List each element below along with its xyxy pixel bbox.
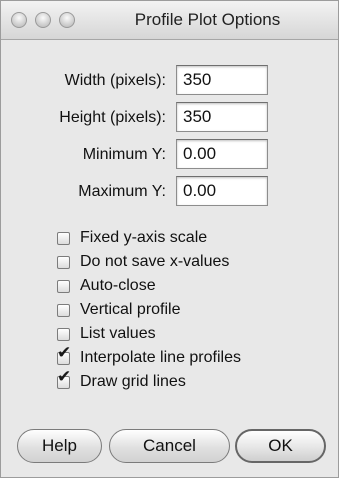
checkmark-icon: ✔	[57, 367, 72, 386]
width-field[interactable]	[176, 65, 268, 95]
checkmark-icon: ✔	[57, 343, 72, 362]
zoom-window-icon[interactable]	[59, 12, 75, 28]
checkbox-label: Do not save x-values	[80, 253, 230, 270]
ok-button[interactable]: OK	[235, 429, 326, 463]
close-window-icon[interactable]	[11, 12, 27, 28]
minimize-window-icon[interactable]	[35, 12, 51, 28]
cancel-button[interactable]: Cancel	[109, 429, 230, 463]
checkbox-label: Draw grid lines	[80, 373, 186, 390]
width-label: Width (pixels):	[64, 72, 166, 89]
checkbox-label: Auto-close	[80, 277, 156, 294]
checkbox-label: Fixed y-axis scale	[80, 229, 208, 246]
profile-plot-options-dialog: Profile Plot Options Width (pixels): Hei…	[0, 0, 339, 478]
checkbox-box[interactable]	[57, 280, 70, 293]
maximum-y-label: Maximum Y:	[78, 183, 166, 200]
checkbox-box[interactable]	[57, 256, 70, 269]
minimum-y-label: Minimum Y:	[82, 146, 166, 163]
help-button[interactable]: Help	[17, 429, 102, 463]
minimum-y-field[interactable]	[176, 139, 268, 169]
minimum-y-row: Minimum Y:	[1, 139, 339, 169]
checkbox-label: List values	[80, 325, 156, 342]
width-row: Width (pixels):	[1, 65, 339, 95]
title-bar: Profile Plot Options	[1, 1, 338, 40]
height-label: Height (pixels):	[59, 109, 166, 126]
checkbox-box[interactable]	[57, 304, 70, 317]
checkbox-box[interactable]	[57, 232, 70, 245]
height-row: Height (pixels):	[1, 102, 339, 132]
maximum-y-row: Maximum Y:	[1, 176, 339, 206]
checkbox-box[interactable]	[57, 328, 70, 341]
checkbox-label: Vertical profile	[80, 301, 181, 318]
window-title: Profile Plot Options	[134, 10, 281, 29]
maximum-y-field[interactable]	[176, 176, 268, 206]
height-field[interactable]	[176, 102, 268, 132]
checkbox-label: Interpolate line profiles	[80, 349, 241, 366]
